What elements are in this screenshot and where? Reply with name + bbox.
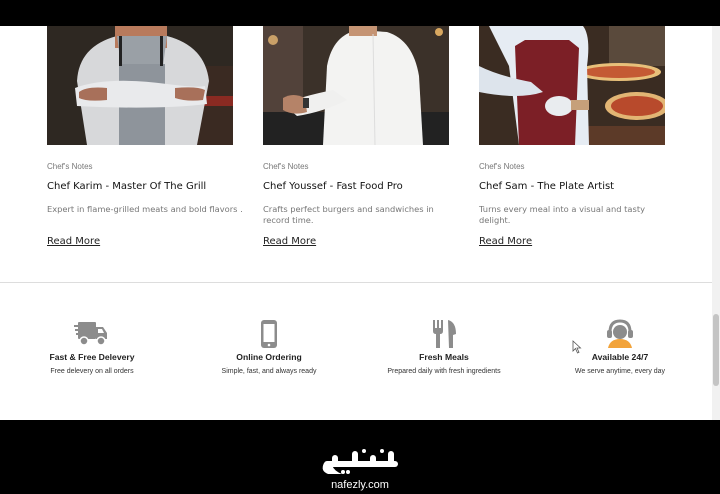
phone-icon: [251, 318, 287, 350]
nafezly-url: nafezly.com: [331, 479, 389, 491]
chef-card-karim: Chef's Notes Chef Karim - Master Of The …: [47, 26, 243, 247]
feature-title: Fresh Meals: [419, 352, 469, 362]
card-title: Chef Sam - The Plate Artist: [479, 181, 615, 192]
fork-knife-icon: [426, 318, 462, 350]
feature-delivery: Fast & Free Delevery Free delevery on al…: [12, 318, 172, 375]
read-more-link[interactable]: Read More: [263, 236, 316, 247]
card-category: Chef's Notes: [47, 162, 93, 171]
card-category: Chef's Notes: [263, 162, 309, 171]
mouse-cursor-icon: [572, 340, 582, 354]
feature-online-ordering: Online Ordering Simple, fast, and always…: [189, 318, 349, 375]
feature-title: Online Ordering: [236, 352, 302, 362]
web-page: Chef's Notes Chef Karim - Master Of The …: [0, 26, 712, 420]
card-description: Expert in flame-grilled meats and bold f…: [47, 204, 243, 214]
feature-available: Available 24/7 We serve anytime, every d…: [540, 318, 700, 375]
page-scrollbar[interactable]: [712, 26, 720, 420]
card-description: Turns every meal into a visual and tasty…: [479, 204, 645, 225]
section-divider: [0, 282, 712, 283]
feature-fresh-meals: Fresh Meals Prepared daily with fresh in…: [364, 318, 524, 375]
chef-karim-photo: [47, 26, 233, 145]
feature-description: We serve anytime, every day: [574, 368, 666, 375]
chef-youssef-photo: [263, 26, 449, 145]
read-more-link[interactable]: Read More: [479, 236, 532, 247]
top-black-bar: [0, 0, 720, 26]
feature-description: Prepared daily with fresh ingredients: [387, 368, 501, 375]
scrollbar-thumb[interactable]: [713, 314, 719, 386]
card-title: Chef Karim - Master Of The Grill: [47, 181, 207, 192]
card-category: Chef's Notes: [479, 162, 525, 171]
nafezly-logo: [322, 449, 398, 474]
chef-card-youssef: Chef's Notes Chef Youssef - Fast Food Pr…: [263, 26, 449, 247]
card-description: Crafts perfect burgers and sandwiches in…: [263, 204, 434, 225]
read-more-link[interactable]: Read More: [47, 236, 100, 247]
feature-title: Fast & Free Delevery: [49, 352, 135, 362]
chef-card-sam: Chef's Notes Chef Sam - The Plate Artist…: [479, 26, 665, 247]
chef-sam-photo: [479, 26, 665, 145]
headset-icon: [602, 318, 638, 350]
feature-description: Simple, fast, and always ready: [221, 368, 317, 375]
feature-title: Available 24/7: [591, 352, 649, 362]
feature-description: Free delevery on all orders: [50, 368, 134, 375]
card-title: Chef Youssef - Fast Food Pro: [263, 181, 403, 192]
delivery-truck-icon: [74, 318, 110, 350]
